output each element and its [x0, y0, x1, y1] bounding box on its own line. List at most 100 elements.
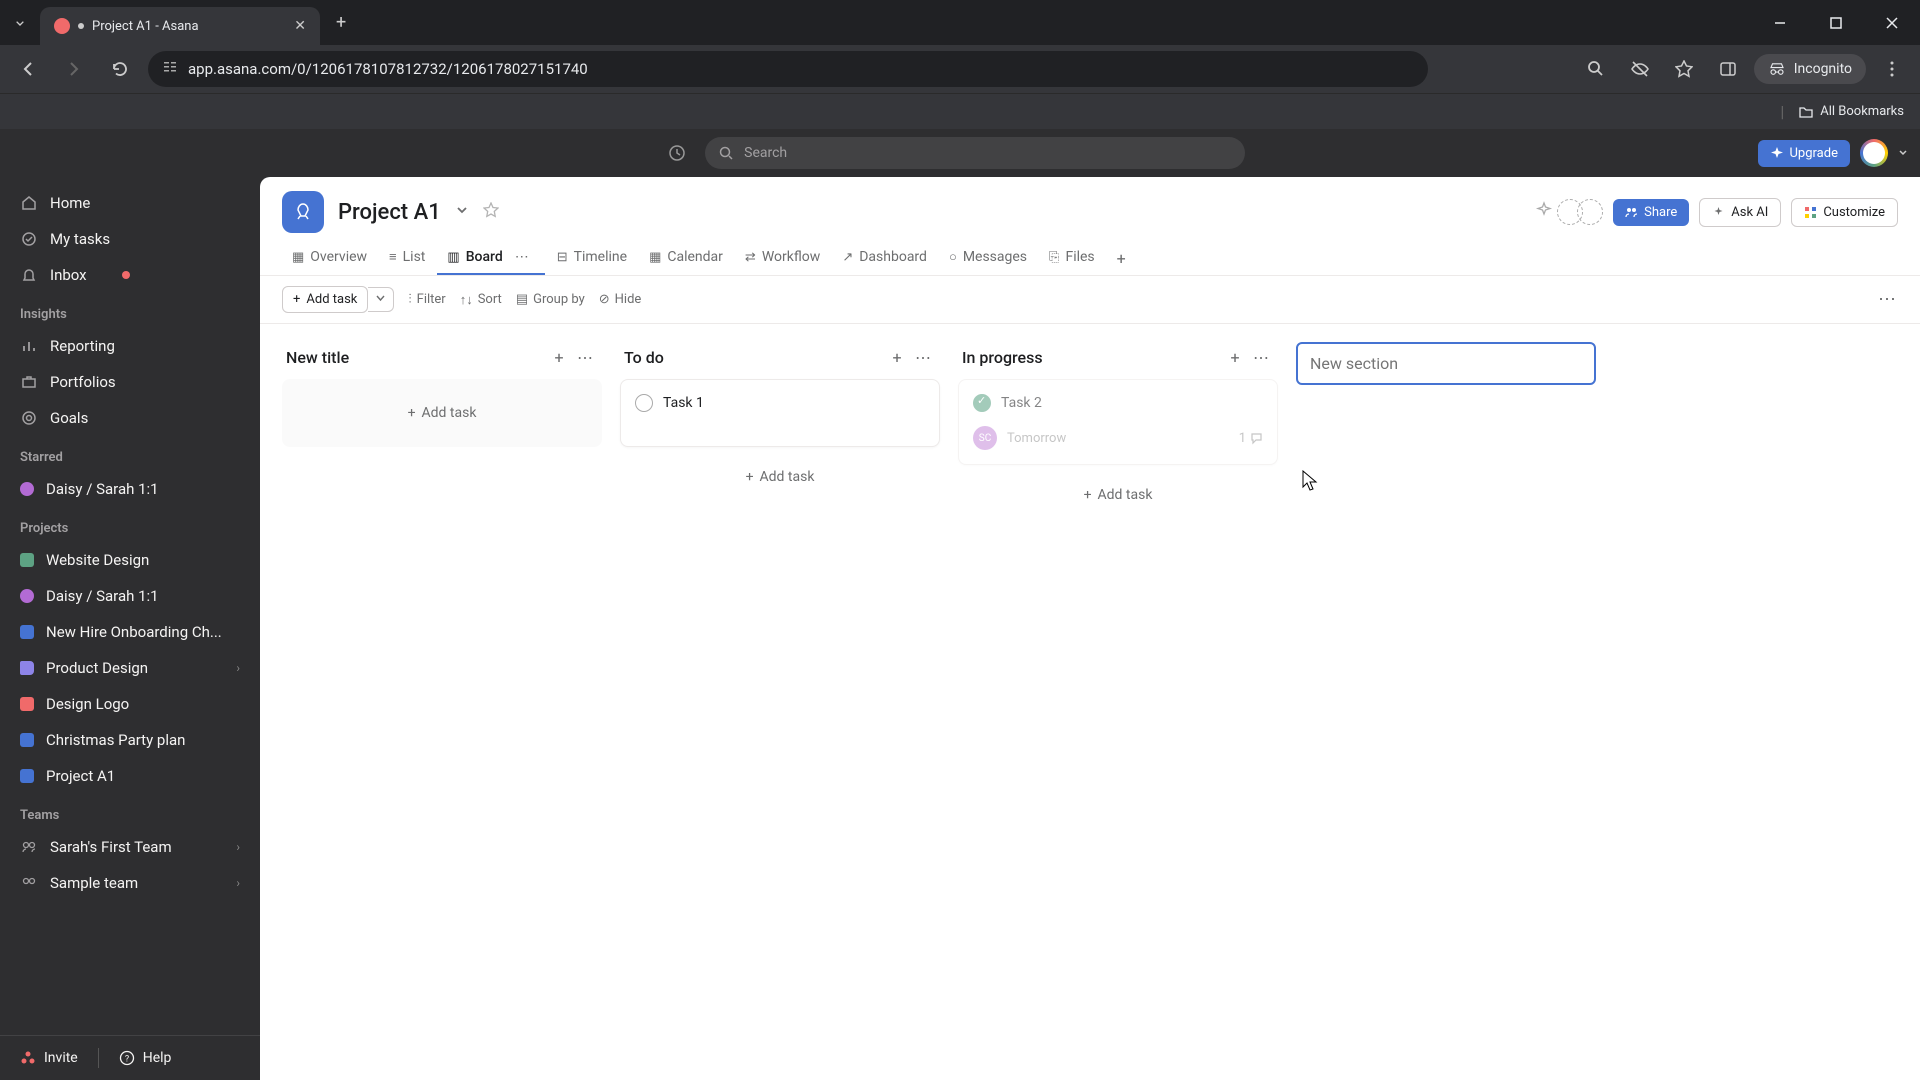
comment-icon — [1250, 432, 1263, 445]
side-panel-button[interactable] — [1710, 51, 1746, 87]
star-icon — [1675, 60, 1693, 78]
add-task-in-column[interactable]: + Add task — [296, 393, 588, 433]
tab-calendar[interactable]: ▦Calendar — [639, 241, 733, 275]
tab-workflow[interactable]: ⇄Workflow — [735, 241, 830, 275]
sidebar-item-team[interactable]: Sample team › — [0, 865, 260, 901]
favorite-button[interactable] — [483, 202, 499, 222]
column-menu-button[interactable]: ⋯ — [910, 348, 936, 367]
sidebar-item-label: Design Logo — [46, 695, 129, 713]
customize-button[interactable]: Customize — [1791, 198, 1898, 227]
sidebar-item-goals[interactable]: Goals — [0, 400, 260, 436]
column-menu-button[interactable]: ⋯ — [1248, 348, 1274, 367]
svg-text:?: ? — [125, 1055, 129, 1065]
add-card-button[interactable]: + — [1222, 348, 1248, 367]
chevron-down-icon[interactable] — [1898, 148, 1908, 158]
add-task-in-column[interactable]: + Add task — [958, 475, 1278, 515]
invite-label: Invite — [44, 1050, 78, 1066]
sparkle-icon — [1535, 201, 1553, 219]
complete-task-checkbox[interactable] — [635, 394, 653, 412]
browser-tab[interactable]: Project A1 - Asana ✕ — [40, 7, 320, 45]
tab-dashboard[interactable]: ↗Dashboard — [832, 241, 937, 275]
sidebar-item-project[interactable]: Project A1 — [0, 758, 260, 794]
sidebar-item-my-tasks[interactable]: My tasks — [0, 221, 260, 257]
column-menu-button[interactable]: ⋯ — [572, 348, 598, 367]
new-section-input[interactable] — [1296, 342, 1596, 385]
hide-button[interactable]: ⊘Hide — [599, 292, 642, 307]
tab-options-button[interactable]: ⋯ — [509, 249, 535, 265]
project-menu-button[interactable] — [455, 203, 469, 221]
tab-board[interactable]: ▥Board⋯ — [437, 241, 544, 275]
upgrade-button[interactable]: Upgrade — [1758, 140, 1850, 167]
help-button[interactable]: ? Help — [119, 1050, 172, 1066]
sidebar-item-label: Christmas Party plan — [46, 731, 185, 749]
tab-messages[interactable]: ○Messages — [939, 241, 1037, 275]
add-card-button[interactable]: + — [546, 348, 572, 367]
all-bookmarks-button[interactable]: All Bookmarks — [1798, 104, 1904, 120]
task-card[interactable]: Task 2 SC Tomorrow 1 — [958, 379, 1278, 465]
star-outline-icon — [483, 202, 499, 218]
project-title[interactable]: Project A1 — [338, 200, 441, 225]
profile-avatar-button[interactable] — [1860, 139, 1888, 167]
invite-button[interactable]: Invite — [20, 1050, 78, 1066]
tab-search-dropdown[interactable] — [0, 3, 40, 43]
bookmark-button[interactable] — [1666, 51, 1702, 87]
project-members[interactable] — [1563, 199, 1603, 225]
new-tab-button[interactable]: + — [320, 12, 362, 33]
sidebar-item-home[interactable]: Home — [0, 185, 260, 221]
group-by-button[interactable]: ▤Group by — [516, 292, 585, 307]
address-bar[interactable]: app.asana.com/0/1206178107812732/1206178… — [148, 51, 1428, 87]
column-title[interactable]: In progress — [962, 348, 1222, 367]
more-options-button[interactable]: ⋯ — [1878, 289, 1898, 310]
tab-timeline[interactable]: ⊟Timeline — [547, 241, 637, 275]
reload-button[interactable] — [102, 51, 138, 87]
share-button[interactable]: Share — [1613, 199, 1689, 226]
history-button[interactable] — [661, 137, 693, 169]
empty-card-placeholder[interactable]: + Add task — [282, 379, 602, 447]
sidebar-item-project[interactable]: Design Logo — [0, 686, 260, 722]
ask-ai-button[interactable]: Ask AI — [1699, 198, 1781, 227]
site-settings-icon[interactable] — [162, 59, 178, 79]
timeline-icon: ⊟ — [557, 250, 568, 265]
sort-button[interactable]: ↑↓Sort — [460, 292, 502, 308]
filter-button[interactable]: ⫶Filter — [408, 292, 445, 307]
sidebar-item-portfolios[interactable]: Portfolios — [0, 364, 260, 400]
maximize-button[interactable] — [1808, 3, 1864, 43]
sidebar-item-team[interactable]: Sarah's First Team › — [0, 829, 260, 865]
add-task-in-column[interactable]: + Add task — [620, 457, 940, 497]
sidebar-item-starred-project[interactable]: Daisy / Sarah 1:1 — [0, 471, 260, 507]
add-task-dropdown-button[interactable] — [368, 287, 394, 312]
close-tab-button[interactable]: ✕ — [294, 18, 306, 34]
tab-overview[interactable]: ▦Overview — [282, 241, 377, 275]
add-task-button[interactable]: + Add task — [282, 286, 368, 313]
add-tab-button[interactable]: + — [1107, 249, 1136, 268]
project-icon[interactable] — [282, 191, 324, 233]
search-page-button[interactable] — [1578, 51, 1614, 87]
comment-number: 1 — [1239, 431, 1246, 446]
comment-count[interactable]: 1 — [1239, 431, 1263, 446]
sidebar-item-inbox[interactable]: Inbox — [0, 257, 260, 293]
ai-sparkle-button[interactable] — [1535, 201, 1553, 223]
sidebar-item-project[interactable]: Daisy / Sarah 1:1 — [0, 578, 260, 614]
sidebar-item-project-folder[interactable]: Product Design › — [0, 650, 260, 686]
add-card-button[interactable]: + — [884, 348, 910, 367]
sidebar-item-project[interactable]: New Hire Onboarding Ch... — [0, 614, 260, 650]
complete-task-checkbox[interactable] — [973, 394, 991, 412]
task-card[interactable]: Task 1 — [620, 379, 940, 447]
incognito-indicator[interactable]: Incognito — [1754, 54, 1866, 84]
search-input[interactable]: Search — [705, 137, 1245, 169]
tab-list[interactable]: ≡List — [379, 241, 435, 275]
browser-menu-button[interactable] — [1874, 51, 1910, 87]
back-button[interactable] — [10, 51, 46, 87]
tracking-blocked-button[interactable] — [1622, 51, 1658, 87]
minimize-button[interactable] — [1752, 3, 1808, 43]
sidebar-section-insights: Insights — [0, 293, 260, 328]
sidebar-item-reporting[interactable]: Reporting — [0, 328, 260, 364]
forward-button[interactable] — [56, 51, 92, 87]
assignee-avatar[interactable]: SC — [973, 426, 997, 450]
column-title[interactable]: New title — [286, 348, 546, 367]
column-title[interactable]: To do — [624, 348, 884, 367]
close-window-button[interactable] — [1864, 3, 1920, 43]
tab-files[interactable]: ⎘Files — [1039, 241, 1105, 275]
sidebar-item-project[interactable]: Christmas Party plan — [0, 722, 260, 758]
sidebar-item-project[interactable]: Website Design — [0, 542, 260, 578]
